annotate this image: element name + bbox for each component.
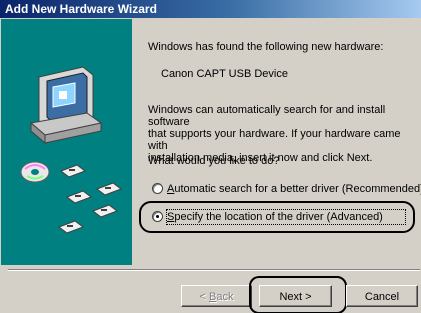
computer-illustration-icon — [20, 66, 123, 234]
question-text: What would you like to do? — [148, 155, 280, 167]
wizard-side-panel — [1, 19, 132, 265]
button-separator — [8, 269, 420, 271]
next-highlight-callout — [249, 276, 347, 313]
radio-button-automatic[interactable] — [152, 183, 163, 194]
title-bar[interactable]: Add New Hardware Wizard — [0, 0, 421, 18]
window-title: Add New Hardware Wizard — [5, 2, 157, 16]
back-button[interactable]: < Back — [181, 285, 252, 307]
wizard-window: Add New Hardware Wizard Windows has foun… — [0, 0, 421, 313]
back-rest: ack — [216, 291, 234, 303]
device-name: Canon CAPT USB Device — [161, 68, 288, 80]
highlight-callout — [139, 201, 415, 233]
found-hardware-text: Windows has found the following new hard… — [148, 41, 384, 53]
radio-label-automatic[interactable]: Automatic search for a better driver (Re… — [167, 183, 421, 195]
cancel-button[interactable]: Cancel — [346, 285, 418, 307]
label-rest: utomatic search for a better driver (Rec… — [174, 183, 421, 195]
back-prefix: < — [199, 291, 209, 303]
